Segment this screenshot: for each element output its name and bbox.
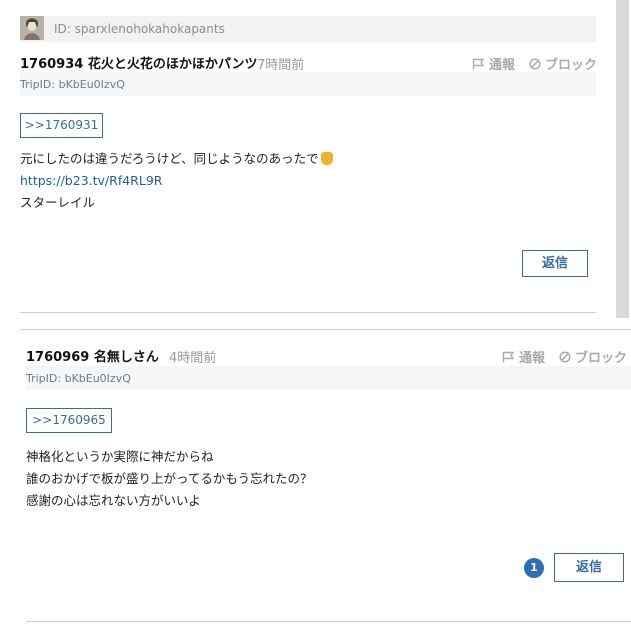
body-line: 元にしたのは違うだろうけど、同じようなのあったで xyxy=(20,148,590,170)
report-label: 通報 xyxy=(489,58,516,73)
trip-id: TripID: bKbEu0IzvQ xyxy=(26,372,131,385)
flag-icon xyxy=(502,351,515,362)
post-number[interactable]: 1760934 xyxy=(20,57,83,72)
post-body: 神格化というか実際に神だからね 誰のおかげで板が盛り上がってるかもう忘れたの？ … xyxy=(26,446,616,512)
flag-icon xyxy=(472,58,485,69)
divider xyxy=(26,621,631,622)
post-header: 1760969 名無しさん xyxy=(26,346,159,365)
block-label: ブロック xyxy=(545,58,598,73)
block-button[interactable]: ブロック xyxy=(529,54,597,73)
reply-count-badge[interactable]: 1 xyxy=(524,558,544,578)
divider xyxy=(20,312,596,313)
report-button[interactable]: 通報 xyxy=(502,347,545,366)
user-id: ID: sparxlenohokahokapants xyxy=(54,22,225,36)
post-actions: 通報 ブロック xyxy=(472,54,597,73)
body-line: 神格化というか実際に神だからね xyxy=(26,449,214,464)
post-number[interactable]: 1760969 xyxy=(26,350,89,365)
reply-button[interactable]: 返信 xyxy=(554,553,624,582)
divider xyxy=(20,329,631,330)
body-line: 誰のおかげで板が盛り上がってるかもう忘れたの？ xyxy=(26,471,313,486)
poster-name: 花火と火花のほかほかパンツ xyxy=(87,57,258,72)
post-actions: 通報 ブロック xyxy=(502,347,627,366)
hand-icon xyxy=(320,152,333,165)
anchor-link[interactable]: >>1760931 xyxy=(20,113,103,138)
block-label: ブロック xyxy=(575,351,628,366)
post-time: 7時間前 xyxy=(257,58,305,73)
block-icon xyxy=(559,350,571,363)
post-1760934: ID: sparxlenohokahokapants 1760934 花火と火花… xyxy=(0,0,616,318)
report-label: 通報 xyxy=(519,351,546,366)
external-link[interactable]: https://b23.tv/Rf4RL9R xyxy=(20,173,162,188)
avatar[interactable] xyxy=(20,16,44,40)
poster-name: 名無しさん xyxy=(93,350,159,365)
post-time: 4時間前 xyxy=(169,351,217,366)
post-body: 元にしたのは違うだろうけど、同じようなのあったで https://b23.tv/… xyxy=(20,148,590,214)
trip-id: TripID: bKbEu0IzvQ xyxy=(20,78,125,91)
report-button[interactable]: 通報 xyxy=(472,54,515,73)
block-button[interactable]: ブロック xyxy=(559,347,627,366)
reply-button[interactable]: 返信 xyxy=(522,250,588,277)
scrollbar[interactable] xyxy=(616,0,629,318)
body-line: 感謝の心は忘れない方がいいよ xyxy=(26,493,201,508)
anchor-link[interactable]: >>1760965 xyxy=(26,408,112,433)
body-line: スターレイル xyxy=(20,195,96,210)
post-header: 1760934 花火と火花のほかほかパンツ xyxy=(20,53,258,72)
block-icon xyxy=(529,57,541,70)
